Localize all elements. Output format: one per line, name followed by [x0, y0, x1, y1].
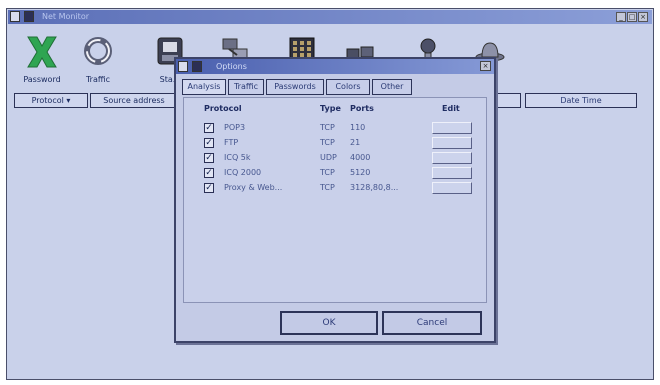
dialog-app-icon — [192, 61, 202, 72]
protocol-name: POP3 — [224, 123, 246, 132]
protocol-ports: 21 — [350, 138, 361, 147]
column-label: Source address — [103, 96, 165, 105]
protocol-ports: 110 — [350, 123, 366, 132]
protocol-type: TCP — [320, 168, 335, 177]
column-label: Date Time — [560, 96, 602, 105]
protocol-checkbox[interactable]: ✓ — [204, 153, 214, 163]
protocol-name: Proxy & Web... — [224, 183, 283, 192]
header-protocol: Protocol — [204, 104, 242, 113]
close-icon[interactable]: × — [638, 12, 648, 22]
system-menu-icon[interactable] — [10, 11, 20, 22]
protocol-ports: 3128,80,8... — [350, 183, 399, 192]
protocol-type: UDP — [320, 153, 337, 162]
toolbar-traffic[interactable]: Traffic — [73, 31, 123, 89]
window-title: Net Monitor — [42, 12, 89, 21]
header-type: Type — [320, 104, 341, 113]
title-bar[interactable]: Net Monitor _ □ × — [8, 10, 652, 24]
toolbar-label: Password — [23, 75, 61, 84]
toolbar-password[interactable]: Password — [17, 31, 67, 89]
protocol-type: TCP — [320, 138, 335, 147]
edit-button[interactable] — [432, 122, 472, 134]
column-date-time[interactable]: Date Time — [525, 93, 637, 108]
column-protocol[interactable]: Protocol ▾ — [14, 93, 88, 108]
protocol-panel: Protocol Type Ports Edit ✓ POP3 TCP 110 … — [183, 97, 487, 303]
dropdown-arrow-icon[interactable]: ▾ — [66, 96, 70, 105]
tab-colors[interactable]: Colors — [326, 79, 370, 95]
edit-button[interactable] — [432, 167, 472, 179]
minimize-icon[interactable]: _ — [616, 12, 626, 22]
protocol-type: TCP — [320, 123, 335, 132]
protocol-type: TCP — [320, 183, 335, 192]
header-edit: Edit — [442, 104, 460, 113]
tab-other[interactable]: Other — [372, 79, 412, 95]
protocol-checkbox[interactable]: ✓ — [204, 183, 214, 193]
column-source-address[interactable]: Source address — [90, 93, 178, 108]
protocol-name: ICQ 2000 — [224, 168, 262, 177]
cancel-button[interactable]: Cancel — [382, 311, 482, 335]
protocol-ports: 5120 — [350, 168, 371, 177]
dialog-tabs: Analysis Traffic Passwords Colors Other — [182, 79, 488, 95]
protocol-checkbox[interactable]: ✓ — [204, 168, 214, 178]
protocol-row: ✓ Proxy & Web... TCP 3128,80,8... — [184, 182, 486, 196]
protocol-name: ICQ 5k — [224, 153, 251, 162]
options-dialog: Options × Analysis Traffic Passwords Col… — [174, 57, 496, 343]
ok-button[interactable]: OK — [280, 311, 378, 335]
dialog-system-menu-icon[interactable] — [178, 61, 188, 72]
column-partial[interactable] — [495, 93, 521, 108]
column-label: Protocol — [31, 96, 64, 105]
protocol-checkbox[interactable]: ✓ — [204, 138, 214, 148]
x-icon — [25, 35, 59, 69]
maximize-icon[interactable]: □ — [627, 12, 637, 22]
app-icon — [24, 11, 34, 22]
protocol-row: ✓ ICQ 2000 TCP 5120 — [184, 167, 486, 181]
dialog-title: Options — [216, 62, 247, 71]
protocol-ports: 4000 — [350, 153, 371, 162]
dialog-title-bar[interactable]: Options × — [176, 59, 494, 74]
close-icon[interactable]: × — [480, 61, 491, 71]
toolbar-label: Traffic — [85, 75, 111, 84]
edit-button[interactable] — [432, 182, 472, 194]
header-ports: Ports — [350, 104, 374, 113]
protocol-row: ✓ POP3 TCP 110 — [184, 122, 486, 136]
protocol-row: ✓ ICQ 5k UDP 4000 — [184, 152, 486, 166]
window-controls: _ □ × — [616, 12, 648, 22]
protocol-row: ✓ FTP TCP 21 — [184, 137, 486, 151]
tab-analysis[interactable]: Analysis — [182, 79, 226, 95]
ring-icon — [81, 35, 115, 69]
tab-traffic[interactable]: Traffic — [228, 79, 264, 95]
protocol-checkbox[interactable]: ✓ — [204, 123, 214, 133]
protocol-name: FTP — [224, 138, 239, 147]
tab-passwords[interactable]: Passwords — [266, 79, 324, 95]
edit-button[interactable] — [432, 137, 472, 149]
edit-button[interactable] — [432, 152, 472, 164]
